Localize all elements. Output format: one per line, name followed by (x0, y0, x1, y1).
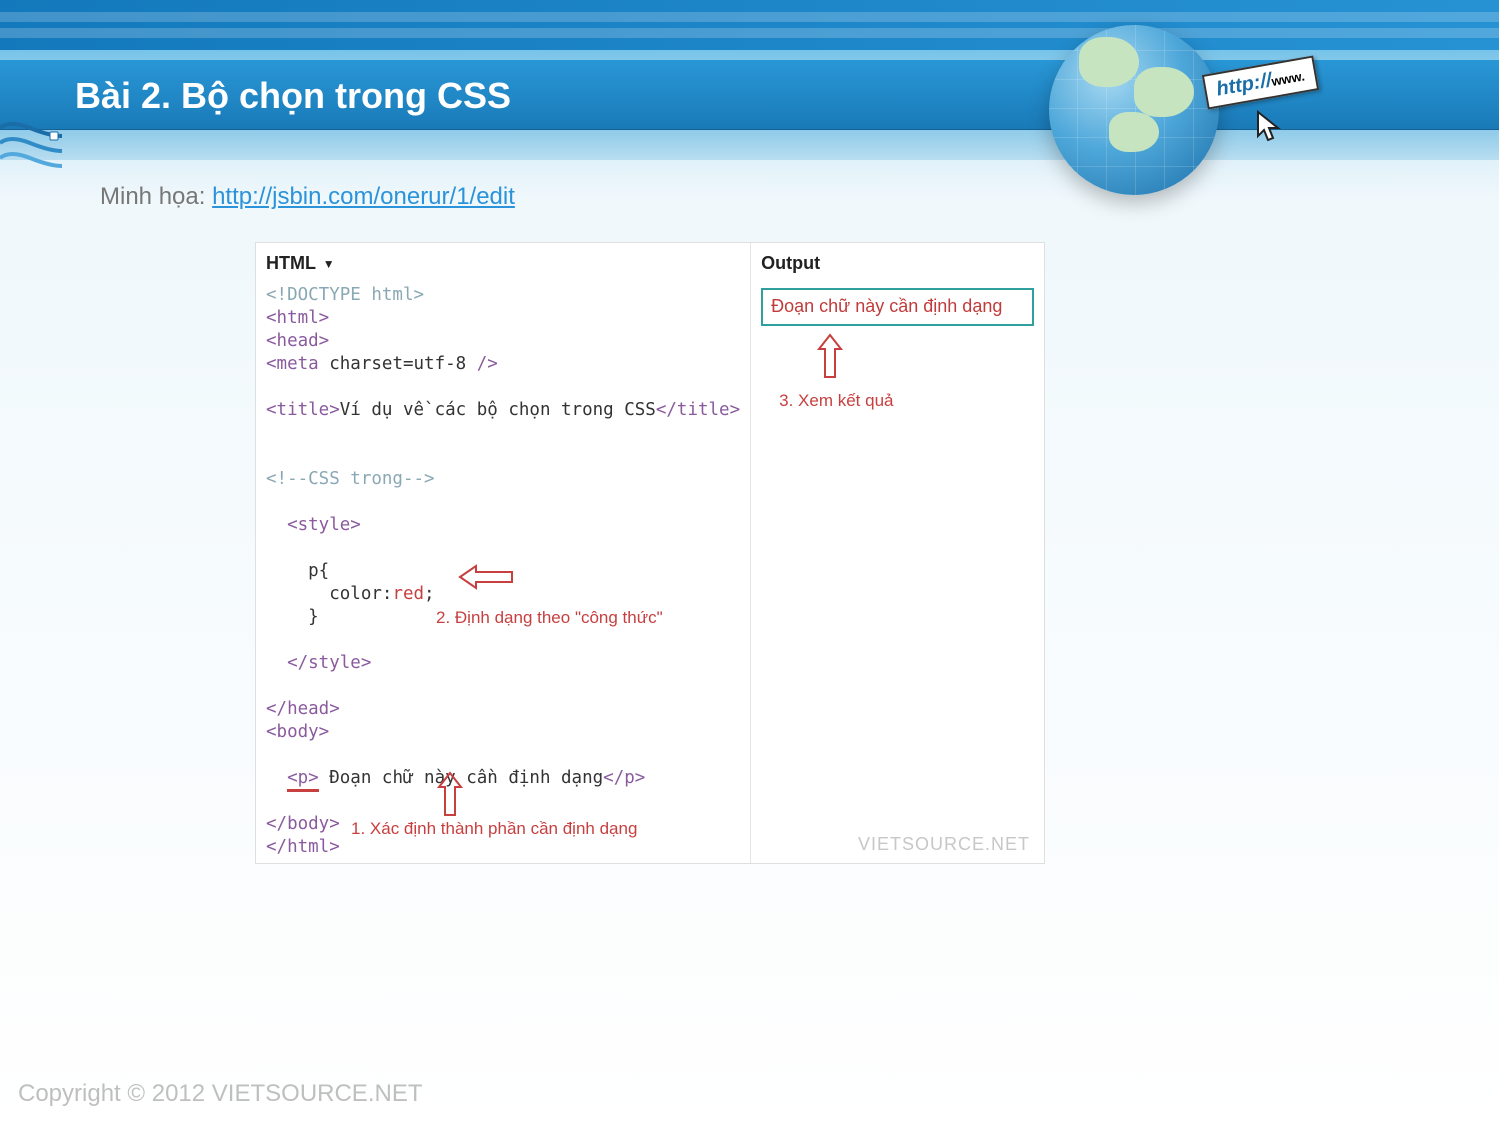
code-token: <html> (266, 308, 329, 328)
code-token: <!DOCTYPE html> (266, 285, 424, 305)
intro-line: Minh họa: http://jsbin.com/onerur/1/edit (100, 183, 515, 211)
code-token: </title> (656, 400, 740, 420)
code-token: <body> (266, 722, 329, 742)
html-pane: HTML ▼ <!DOCTYPE html> <html> <head> <me… (256, 243, 751, 863)
output-pane-header: Output (761, 251, 1034, 284)
top-stripe-decor (0, 0, 1499, 50)
http-tag-prefix: http:// (1215, 69, 1274, 100)
code-token: <p> (287, 768, 319, 792)
code-token: /> (477, 354, 498, 374)
demo-link[interactable]: http://jsbin.com/onerur/1/edit (212, 183, 515, 210)
arrow-up-icon (436, 771, 464, 824)
copyright: Copyright © 2012 VIETSOURCE.NET (18, 1080, 422, 1108)
annotation-2: 2. Định dạng theo "công thức" (436, 608, 663, 628)
cable-accent-decor (0, 118, 62, 173)
globe-icon (1049, 25, 1219, 195)
cursor-icon (1254, 110, 1284, 149)
code-token: </style> (266, 653, 371, 673)
code-token: ; (424, 584, 435, 604)
output-pane: Output Đoạn chữ này cần định dạng 3. Xem… (751, 243, 1044, 863)
code-token: <title> (266, 400, 340, 420)
page-title: Bài 2. Bộ chọn trong CSS (75, 75, 511, 117)
code-token: </html> (266, 837, 340, 857)
annotation-1: 1. Xác định thành phần cần định dạng (351, 819, 637, 839)
code-token: </p> (603, 768, 645, 788)
arrow-left-icon (458, 563, 518, 596)
intro-label: Minh họa: (100, 183, 205, 210)
code-token: p{ (266, 561, 329, 581)
code-token: } (266, 607, 319, 627)
arrow-up-icon (816, 333, 844, 386)
watermark: VIETSOURCE.NET (858, 834, 1030, 855)
http-tag-suffix: www. (1270, 68, 1306, 89)
output-box: Đoạn chữ này cần định dạng (761, 288, 1034, 326)
code-token: color: (266, 584, 392, 604)
html-pane-header[interactable]: HTML ▼ (266, 251, 740, 284)
globe-graphic: http://www. (1049, 25, 1249, 225)
code-token (266, 768, 287, 788)
code-token: <!--CSS trong--> (266, 469, 435, 489)
output-text: Đoạn chữ này cần định dạng (771, 296, 1002, 316)
chevron-down-icon: ▼ (323, 257, 335, 271)
code-token: red (392, 584, 424, 604)
code-token: charset=utf-8 (319, 354, 477, 374)
code-token: Ví dụ về các bộ chọn trong CSS (340, 400, 656, 420)
code-token: <meta (266, 354, 319, 374)
code-token: <head> (266, 331, 329, 351)
code-token: </body> (266, 814, 340, 834)
code-panel: HTML ▼ <!DOCTYPE html> <html> <head> <me… (255, 242, 1045, 864)
code-token: <style> (266, 515, 361, 535)
html-pane-label: HTML (266, 253, 316, 273)
code-token: </head> (266, 699, 340, 719)
annotation-3: 3. Xem kết quả (779, 391, 893, 411)
